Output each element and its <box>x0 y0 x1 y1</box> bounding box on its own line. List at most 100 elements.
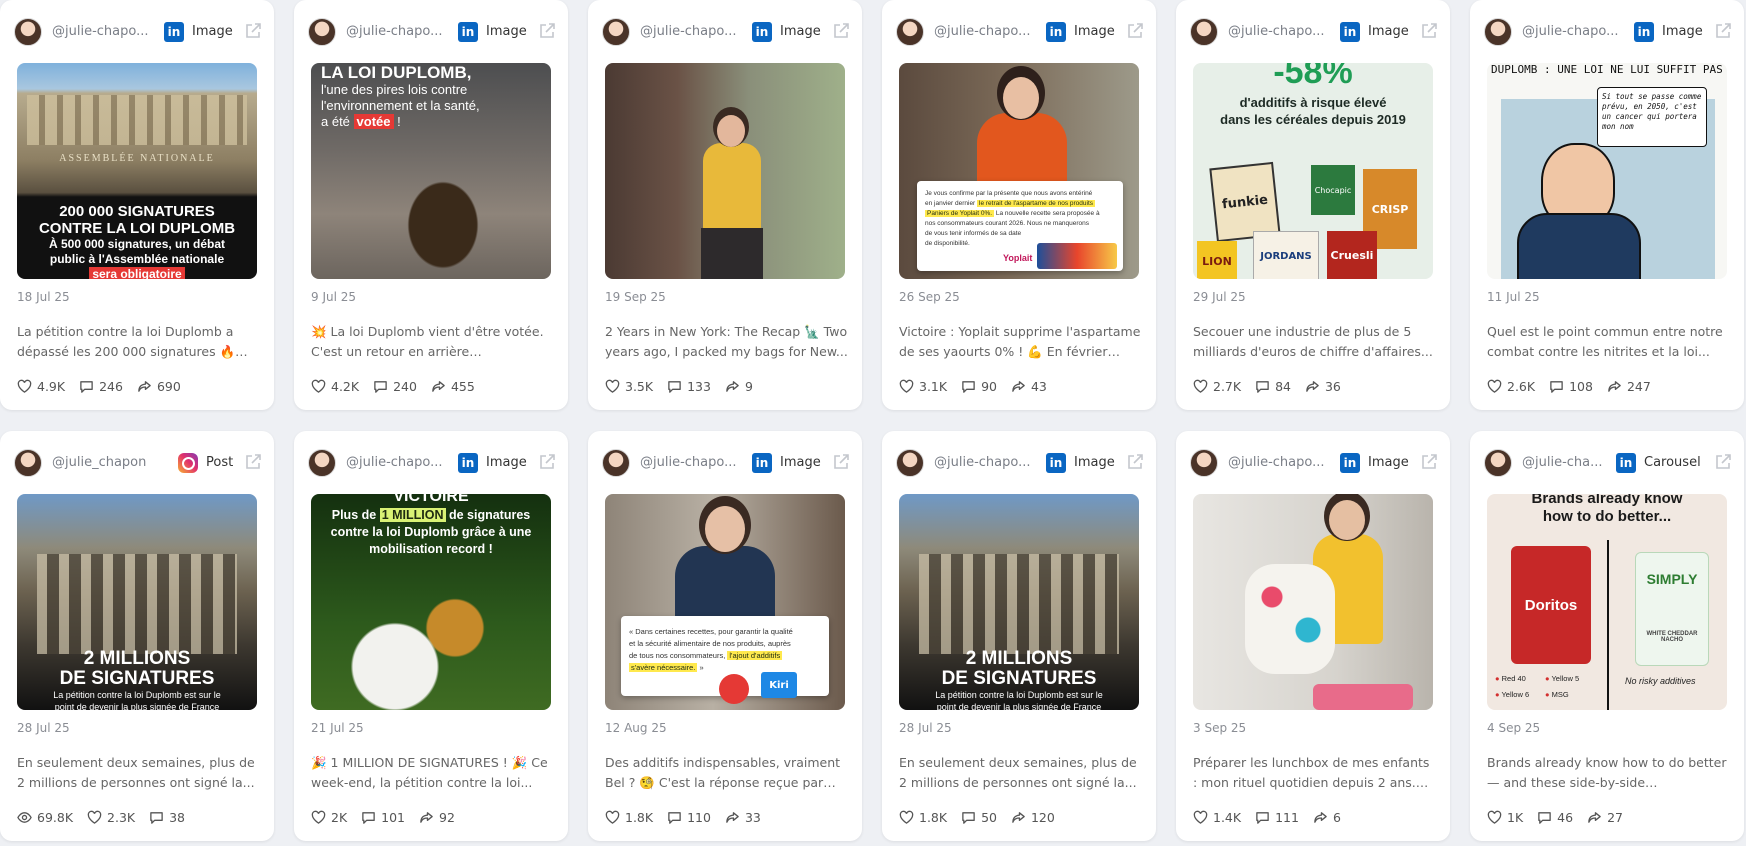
share-icon <box>1608 380 1621 392</box>
post-caption: Préparer les lunchbox de mes enfants : m… <box>1193 755 1430 790</box>
post-thumbnail[interactable]: LA LOI DUPLOMB, l'une des pires lois con… <box>311 63 551 279</box>
comments-stat: 133 <box>667 379 711 394</box>
account-handle[interactable]: @julie-chapo... <box>640 24 740 39</box>
post-thumbnail[interactable] <box>605 63 845 279</box>
thumb-headline: 2 MILLIONS <box>965 648 1073 669</box>
post-caption: En seulement deux semaines, plus de 2 mi… <box>17 755 255 790</box>
heart-icon <box>87 810 102 824</box>
yoplait-logo: Yoplait <box>1003 253 1033 263</box>
avatar[interactable] <box>308 18 336 46</box>
post-card[interactable]: @julie-chapo... in Image VICTOIRE Plus d… <box>294 431 568 841</box>
external-link-icon[interactable] <box>244 22 262 40</box>
account-handle[interactable]: @julie-chapo... <box>346 24 446 39</box>
shares-stat: 92 <box>419 810 455 825</box>
external-link-icon[interactable] <box>832 22 850 40</box>
comments-stat: 50 <box>961 810 997 825</box>
post-thumbnail[interactable]: Je vous confirme par la présente que nou… <box>899 63 1139 279</box>
linkedin-icon: in <box>458 22 478 42</box>
avatar[interactable] <box>1190 18 1218 46</box>
likes-stat: 2.6K <box>1487 379 1535 394</box>
post-thumbnail[interactable]: ASSEMBLÉE NATIONALE 200 000 SIGNATURES C… <box>17 63 257 279</box>
avatar[interactable] <box>602 18 630 46</box>
avatar[interactable] <box>308 449 336 477</box>
external-link-icon[interactable] <box>538 453 556 471</box>
external-link-icon[interactable] <box>832 453 850 471</box>
account-handle[interactable]: @julie-chapo... <box>1228 24 1328 39</box>
post-card[interactable]: @julie-cha... in Carousel Brands already… <box>1470 431 1744 841</box>
avatar[interactable] <box>14 449 42 477</box>
post-type-label: Image <box>780 24 821 39</box>
product-pack <box>1037 243 1117 269</box>
quote-line: de tous nos consommateurs, l'ajout d'add… <box>629 651 783 660</box>
account-handle[interactable]: @julie-chapo... <box>934 455 1034 470</box>
thumb-subtext: La pétition contre la loi Duplomb est su… <box>935 690 1103 700</box>
card-header: @julie-chapo... in Image <box>896 447 1144 479</box>
post-date: 18 Jul 25 <box>17 290 70 304</box>
thumb-subtext: l'environnement et la santé, <box>321 98 480 113</box>
comment-icon <box>1538 811 1551 824</box>
external-link-icon[interactable] <box>1714 22 1732 40</box>
post-thumbnail[interactable]: -58% d'additifs à risque élevé dans les … <box>1193 63 1433 279</box>
account-handle[interactable]: @julie-chapo... <box>1228 455 1328 470</box>
engagement-stats: 1.4K 111 6 <box>1193 809 1341 825</box>
avatar[interactable] <box>896 18 924 46</box>
post-card[interactable]: @julie-chapo... in Image LA LOI DUPLOMB,… <box>294 0 568 410</box>
comment-icon <box>668 811 681 824</box>
engagement-stats: 69.8K 2.3K 38 <box>17 809 185 825</box>
post-card[interactable]: @julie-chapo... in Image ASSEMBLÉE NATIO… <box>0 0 274 410</box>
avatar[interactable] <box>602 449 630 477</box>
comments-stat: 46 <box>1537 810 1573 825</box>
comment-icon <box>80 380 93 393</box>
post-thumbnail[interactable]: Brands already know how to do better... … <box>1487 494 1727 710</box>
photo-subject-face <box>717 115 745 147</box>
engagement-stats: 2.6K 108 247 <box>1487 378 1651 394</box>
post-card[interactable]: @julie-chapo... in Image 2 MILLIONS DE S… <box>882 431 1156 841</box>
post-date: 12 Aug 25 <box>605 721 667 735</box>
card-header: @julie-chapo... in Image <box>308 447 556 479</box>
external-link-icon[interactable] <box>1126 22 1144 40</box>
engagement-stats: 1K 46 27 <box>1487 809 1623 825</box>
heart-icon <box>1487 810 1502 824</box>
post-thumbnail[interactable] <box>1193 494 1433 710</box>
external-link-icon[interactable] <box>538 22 556 40</box>
avatar[interactable] <box>1484 18 1512 46</box>
post-card[interactable]: @julie-chapo... in Image Je vous confirm… <box>882 0 1156 410</box>
external-link-icon[interactable] <box>1420 453 1438 471</box>
external-link-icon[interactable] <box>1126 453 1144 471</box>
post-thumbnail[interactable]: VICTOIRE Plus de 1 MILLION de signatures… <box>311 494 551 710</box>
post-card[interactable]: @julie-chapo... in Image 19 Sep 25 2 Yea… <box>588 0 862 410</box>
external-link-icon[interactable] <box>1420 22 1438 40</box>
avatar[interactable] <box>1190 449 1218 477</box>
avatar[interactable] <box>14 18 42 46</box>
post-card[interactable]: @julie_chapon Post 2 MILLIONS DE SIGNATU… <box>0 431 274 841</box>
account-handle[interactable]: @julie-chapo... <box>1522 24 1622 39</box>
post-thumbnail[interactable]: 2 MILLIONS DE SIGNATURES La pétition con… <box>17 494 257 710</box>
account-handle[interactable]: @julie-chapo... <box>934 24 1034 39</box>
post-date: 9 Jul 25 <box>311 290 357 304</box>
account-handle[interactable]: @julie-chapo... <box>52 24 152 39</box>
avatar[interactable] <box>1484 449 1512 477</box>
post-card[interactable]: @julie-chapo... in Image -58% d'additifs… <box>1176 0 1450 410</box>
likes-stat: 2.3K <box>87 810 135 825</box>
post-card[interactable]: @julie-chapo... in Image DUPLOMB : UNE L… <box>1470 0 1744 410</box>
post-thumbnail[interactable]: « Dans certaines recettes, pour garantir… <box>605 494 845 710</box>
card-header: @julie-chapo... in Image <box>1190 16 1438 48</box>
account-handle[interactable]: @julie-chapo... <box>346 455 446 470</box>
product-note: No risky additives <box>1625 676 1696 686</box>
post-thumbnail[interactable]: DUPLOMB : UNE LOI NE LUI SUFFIT PAS Si t… <box>1487 63 1727 279</box>
card-header: @julie-chapo... in Image <box>14 16 262 48</box>
comments-stat: 84 <box>1255 379 1291 394</box>
account-handle[interactable]: @julie-cha... <box>1522 455 1608 470</box>
comment-icon <box>962 811 975 824</box>
post-card[interactable]: @julie-chapo... in Image 3 Sep 25 Prépar… <box>1176 431 1450 841</box>
external-link-icon[interactable] <box>1714 453 1732 471</box>
shares-stat: 36 <box>1305 379 1341 394</box>
avatar[interactable] <box>896 449 924 477</box>
post-caption: Victoire : Yoplait supprime l'aspartame … <box>899 324 1141 359</box>
account-handle[interactable]: @julie-chapo... <box>640 455 740 470</box>
linkedin-icon: in <box>1046 22 1066 42</box>
post-card[interactable]: @julie-chapo... in Image « Dans certaine… <box>588 431 862 841</box>
account-handle[interactable]: @julie_chapon <box>52 455 152 470</box>
post-thumbnail[interactable]: 2 MILLIONS DE SIGNATURES La pétition con… <box>899 494 1139 710</box>
external-link-icon[interactable] <box>244 453 262 471</box>
